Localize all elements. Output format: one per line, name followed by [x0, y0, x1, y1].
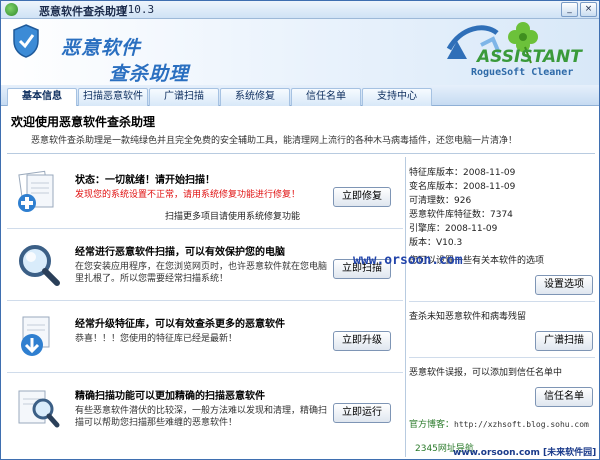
watermark-text: www.orsoon.com [353, 253, 463, 268]
assistant-logo-text: ASSISTANT [477, 47, 582, 67]
info-panel: 特征库版本：2008-11-09 变名库版本：2008-11-09 可清理数：9… [409, 161, 595, 457]
signature-count: 恶意软件库特征数：7374 [409, 210, 513, 220]
window-version: V10.3 [121, 3, 155, 16]
engine-version: 引擎库：2008-11-09 [409, 224, 498, 234]
settings-button[interactable]: 设置选项 [535, 275, 593, 295]
list-item-precise-scan: 精确扫描功能可以更加精确的扫描恶意软件 有些恶意软件潜伏的比较深，一般方法难以发… [7, 373, 403, 445]
divider [409, 301, 595, 302]
list-item-update: 经常升级特征库，可以有效查杀更多的恶意软件 恭喜！！！您使用的特征库已经是最新！… [7, 301, 403, 373]
document-add-icon [18, 170, 54, 212]
broad-scan-description: 查杀未知恶意软件和病毒残留 [409, 312, 527, 322]
official-blog: 官方博客：http://xzhsoft.blog.sohu.com [409, 417, 589, 430]
banner-name-line2: 查杀助理 [109, 63, 190, 85]
blog-link[interactable]: http://xzhsoft.blog.sohu.com [454, 420, 589, 429]
page-description: 恶意软件查杀助理是一款纯绿色并且完全免费的安全辅助工具，能清理网上流行的各种木马… [31, 136, 518, 146]
banner-name-line1: 恶意软件 [61, 37, 142, 59]
update-status: 恭喜！！！您使用的特征库已经是最新！ [75, 334, 238, 344]
tab-broad-scan[interactable]: 广谱扫描 [149, 88, 219, 106]
status-title: 状态：一切就绪！请开始扫描！ [75, 175, 215, 186]
status-hint: 扫描更多项目请使用系统修复功能 [165, 212, 301, 222]
scan-description: 在您安装应用程序，在您浏览网页时，也许恶意软件就在您电脑里扎根了。所以您需要经常… [75, 262, 328, 284]
app-logo-icon [13, 24, 39, 58]
download-update-icon [21, 316, 50, 356]
precise-scan-title: 精确扫描功能可以更加精确的扫描恶意软件 [75, 391, 265, 402]
scan-title: 经常进行恶意软件扫描，可以有效保护您的电脑 [75, 247, 285, 258]
magnifier-scan-icon [19, 245, 60, 286]
feature-db-version: 特征库版本：2008-11-09 [409, 168, 516, 178]
update-title: 经常升级特征库，可以有效查杀更多的恶意软件 [75, 319, 285, 330]
footer-site-link[interactable]: www.orsoon.com [未来软件园] [453, 445, 596, 458]
blog-label: 官方博客： [409, 420, 455, 430]
update-now-button[interactable]: 立即升级 [333, 331, 391, 351]
app-version: 版本：V10.3 [409, 238, 463, 248]
divider [409, 357, 595, 358]
title-bar[interactable]: 恶意软件查杀助理 V10.3 _ × [1, 1, 599, 19]
status-warning: 发现您的系统设置不正常，请用系统修复功能进行修复！ [75, 190, 301, 200]
precise-scan-icon [18, 390, 60, 428]
divider [7, 153, 595, 154]
tab-trust-list[interactable]: 信任名单 [291, 88, 361, 106]
list-item-status: 状态：一切就绪！请开始扫描！ 发现您的系统设置不正常，请用系统修复功能进行修复！… [7, 157, 403, 229]
banner: 恶意软件 查杀助理 ASSISTANT RogueSoft Cleaner [1, 19, 599, 85]
assistant-logo-subtitle: RogueSoft Cleaner [471, 67, 574, 78]
app-window: 恶意软件查杀助理 V10.3 _ × 恶意软件 查杀助理 ASSISTANT R… [0, 0, 600, 460]
close-button[interactable]: × [580, 2, 597, 17]
action-list: 状态：一切就绪！请开始扫描！ 发现您的系统设置不正常，请用系统修复功能进行修复！… [7, 157, 403, 457]
trust-list-description: 恶意软件误报，可以添加到信任名单中 [409, 368, 563, 378]
precise-scan-description: 有些恶意软件潜伏的比较深，一般方法难以发现和清理，精确扫描可以帮助您扫描那些难缠… [75, 406, 328, 428]
tab-scan-malware[interactable]: 扫描恶意软件 [78, 88, 148, 106]
page-title: 欢迎使用恶意软件查杀助理 [11, 115, 156, 129]
tab-support-center[interactable]: 支持中心 [362, 88, 432, 106]
tab-basic-info[interactable]: 基本信息 [7, 88, 77, 106]
window-title: 恶意软件查杀助理 [39, 5, 127, 18]
rogue-db-version: 变名库版本：2008-11-09 [409, 182, 516, 192]
repair-now-button[interactable]: 立即修复 [333, 187, 391, 207]
trust-list-button[interactable]: 信任名单 [535, 387, 593, 407]
tab-bar: 基本信息 扫描恶意软件 广谱扫描 系统修复 信任名单 支持中心 [1, 85, 599, 106]
main-panel: 欢迎使用恶意软件查杀助理 恶意软件查杀助理是一款纯绿色并且完全免费的安全辅助工具… [3, 107, 599, 459]
cleanable-count: 可清理数：926 [409, 196, 472, 206]
list-item-scan: 经常进行恶意软件扫描，可以有效保护您的电脑 在您安装应用程序，在您浏览网页时，也… [7, 229, 403, 301]
minimize-button[interactable]: _ [561, 2, 578, 17]
divider [405, 157, 406, 457]
run-now-button[interactable]: 立即运行 [333, 403, 391, 423]
app-icon [5, 3, 18, 16]
broad-scan-button[interactable]: 广谱扫描 [535, 331, 593, 351]
tab-system-repair[interactable]: 系统修复 [220, 88, 290, 106]
